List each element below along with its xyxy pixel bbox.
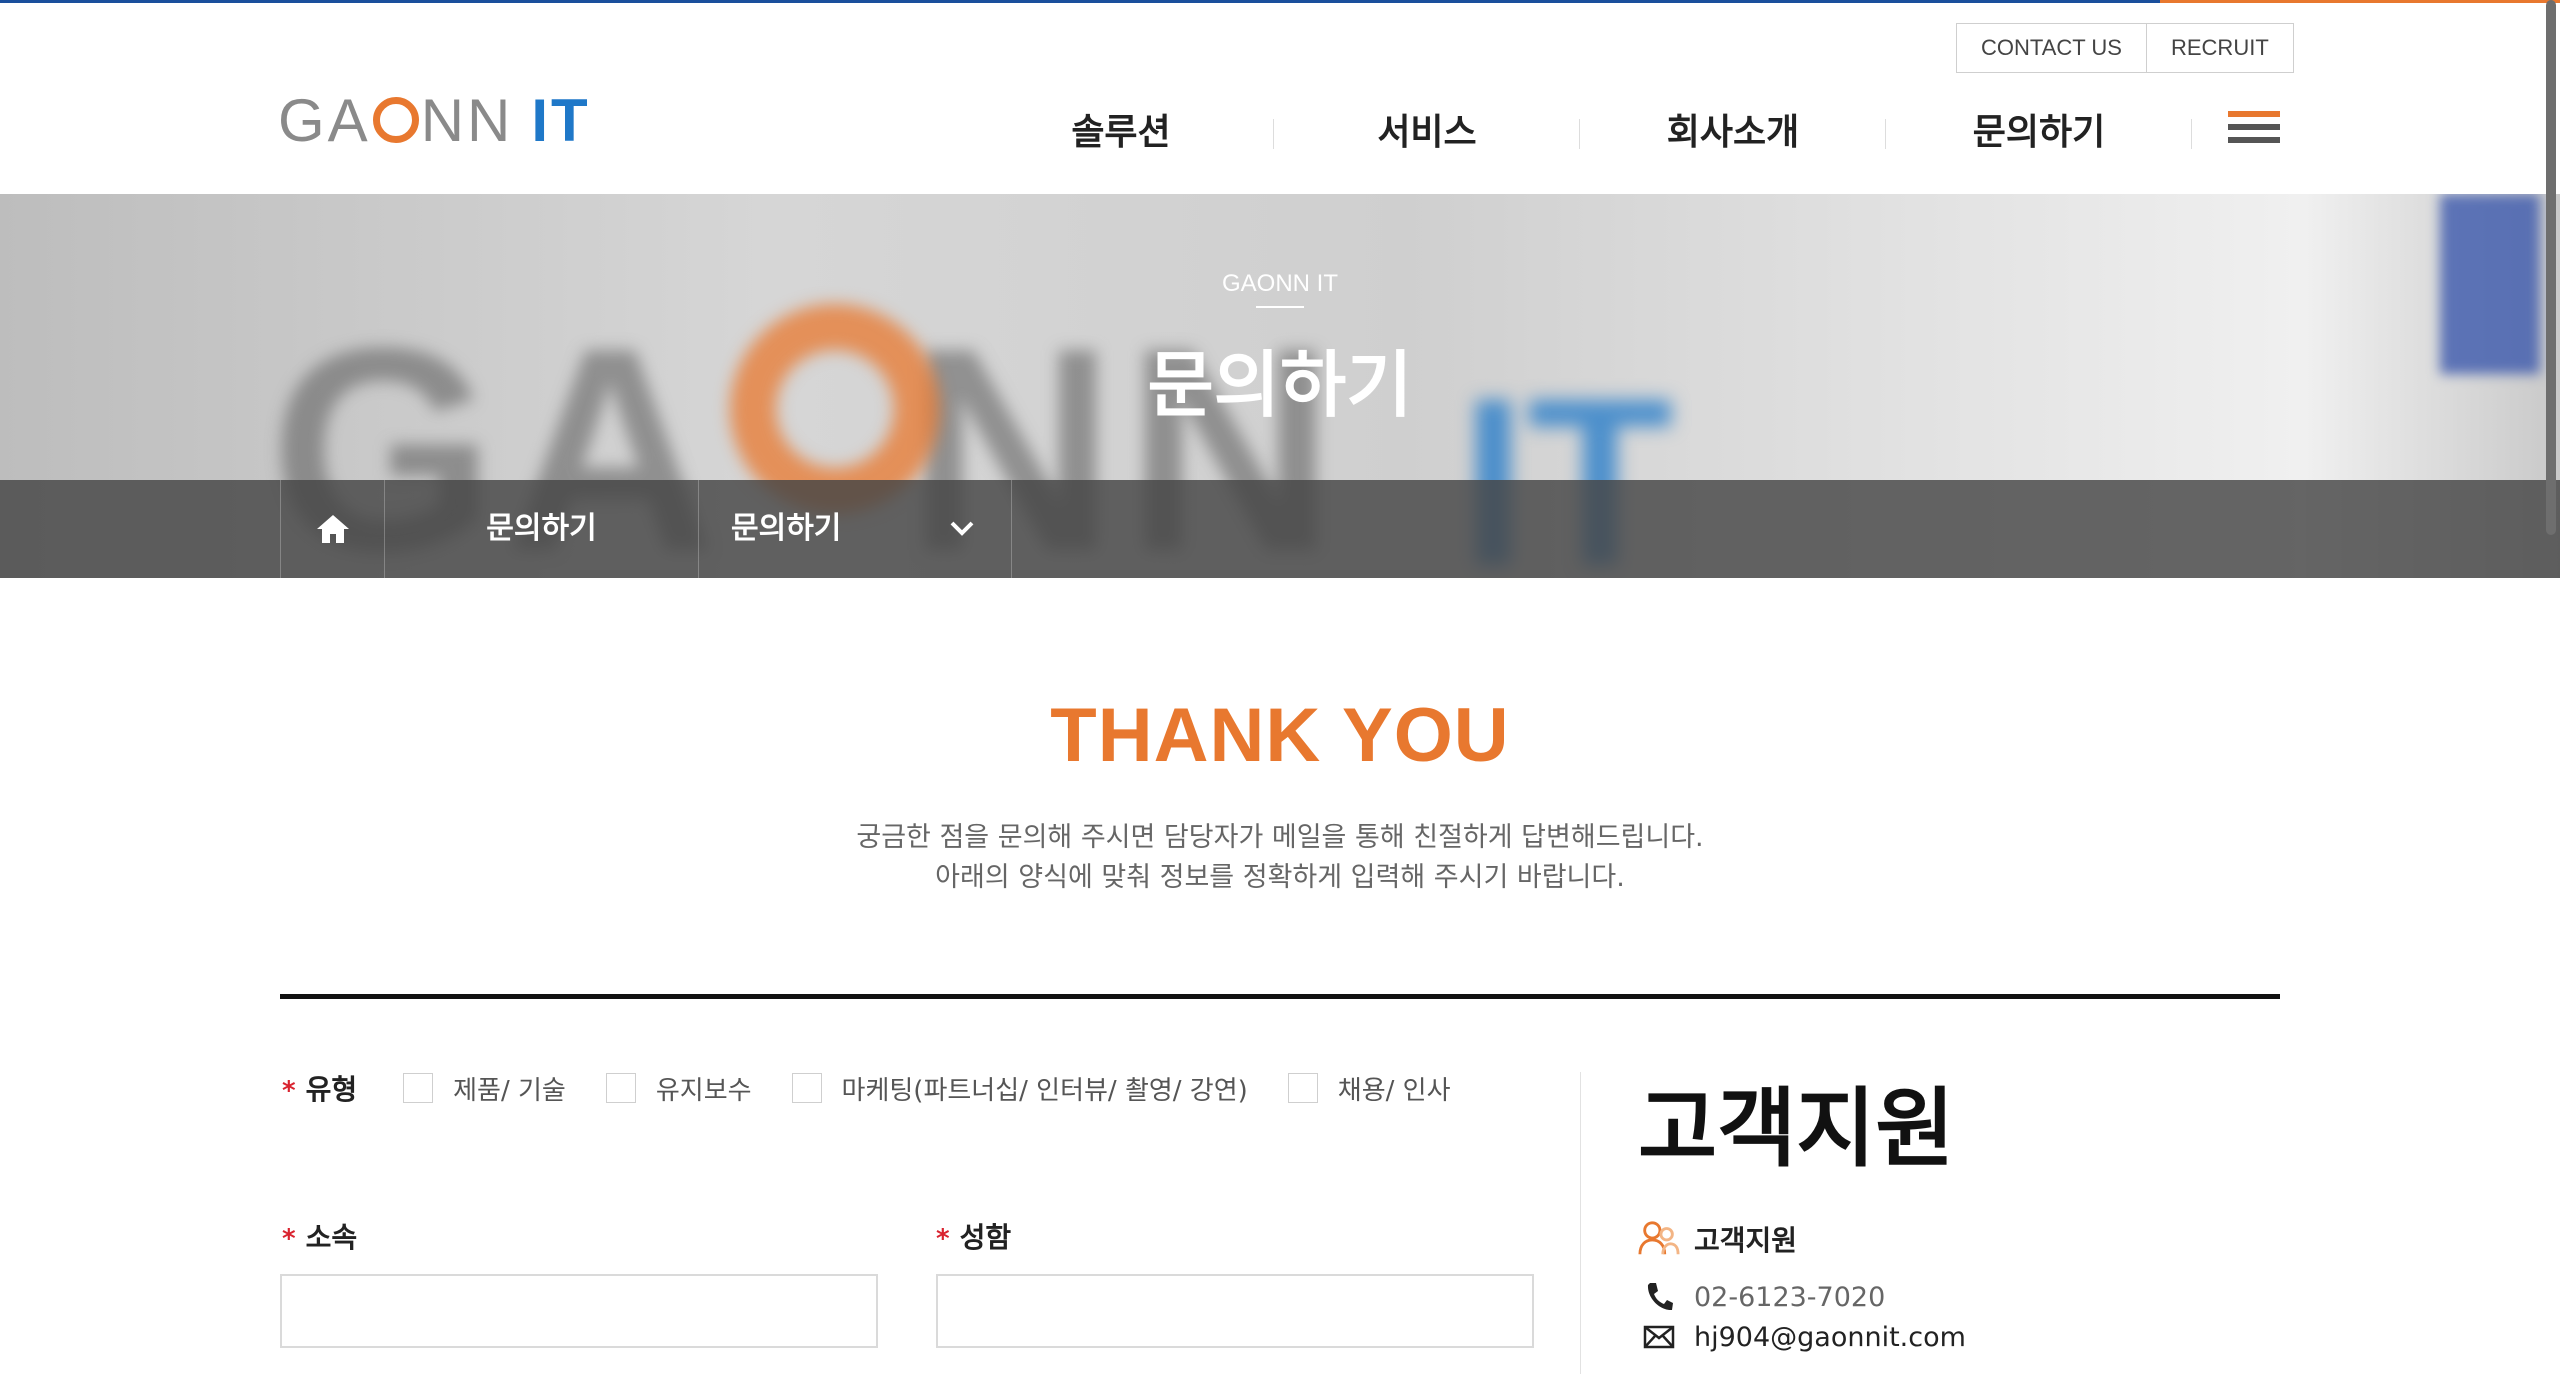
mail-icon — [1638, 1316, 1680, 1358]
affiliation-label: * 소속 — [282, 1221, 358, 1254]
chevron-down-icon — [949, 480, 975, 578]
nav-item-service[interactable]: 서비스 — [1274, 103, 1580, 163]
support-phone-row: 02-6123-7020 — [1638, 1276, 1885, 1318]
form-support-separator — [1580, 1072, 1581, 1374]
description-line-2: 아래의 양식에 맞춰 정보를 정확하게 입력해 주시기 바랍니다. — [935, 862, 1625, 893]
contact-us-link[interactable]: CONTACT US — [1957, 24, 2146, 72]
affiliation-input[interactable] — [280, 1274, 878, 1348]
checkbox[interactable] — [403, 1073, 434, 1103]
description-line-1: 궁금한 점을 문의해 주시면 담당자가 메일을 통해 친절하게 답변해드립니다. — [856, 822, 1704, 853]
nav-item-inquiry[interactable]: 문의하기 — [1886, 103, 2192, 163]
people-icon — [1638, 1218, 1680, 1260]
checkbox[interactable] — [1287, 1073, 1318, 1103]
logo-text-ga: GA — [278, 86, 371, 154]
support-phone[interactable]: 02-6123-7020 — [1694, 1282, 1885, 1313]
thank-you-description: 궁금한 점을 문의해 주시면 담당자가 메일을 통해 친절하게 답변해드립니다.… — [0, 818, 2560, 898]
form-top-divider — [280, 994, 2280, 999]
nav-item-company[interactable]: 회사소개 — [1580, 103, 1886, 163]
support-heading-row: 고객지원 — [1638, 1218, 1797, 1260]
page-scrollbar[interactable] — [2542, 0, 2560, 1374]
support-email-row: hj904@gaonnit.com — [1638, 1316, 1966, 1358]
breadcrumb-home[interactable] — [280, 480, 384, 578]
nav-item-solution[interactable]: 솔루션 — [968, 103, 1274, 163]
logo[interactable]: GA NN IT — [278, 85, 591, 155]
hero-title: 문의하기 — [1147, 343, 1413, 427]
logo-text-nn: NN — [420, 86, 514, 154]
breadcrumb: 문의하기 문의하기 — [0, 480, 2560, 578]
recruit-link[interactable]: RECRUIT — [2145, 24, 2293, 72]
thank-you-title: THANK YOU — [1050, 693, 1510, 778]
required-mark: * — [282, 1224, 296, 1254]
phone-icon — [1638, 1276, 1680, 1318]
home-icon — [316, 515, 349, 543]
hero-banner: GA NN IT GAONN IT 문의하기 문의하기 문의하기 — [0, 194, 2560, 578]
site-header: GA NN IT CONTACT US RECRUIT 솔루션 서비스 회사소개… — [0, 3, 2560, 194]
support-title: 고객지원 — [1638, 1079, 1955, 1179]
scrollbar-thumb[interactable] — [2546, 0, 2556, 535]
type-option-recruit-hr[interactable]: 채용/ 인사 — [1287, 1070, 1451, 1107]
required-mark: * — [282, 1076, 296, 1106]
logo-o-ring — [372, 97, 419, 143]
logo-text-it: IT — [531, 86, 591, 154]
hamburger-icon[interactable] — [2228, 111, 2280, 151]
checkbox[interactable] — [605, 1073, 636, 1103]
name-label: * 성함 — [936, 1221, 1012, 1254]
type-option-marketing[interactable]: 마케팅(파트너십/ 인터뷰/ 촬영/ 강연) — [791, 1070, 1248, 1107]
support-heading: 고객지원 — [1694, 1224, 1798, 1257]
type-option-maintenance[interactable]: 유지보수 — [605, 1070, 752, 1107]
name-input[interactable] — [936, 1274, 1534, 1348]
hero-subtitle: GAONN IT — [1221, 270, 1338, 297]
inquiry-type-row: * 유형 제품/ 기술 유지보수 마케팅(파트너십/ 인터뷰/ 촬영/ 강연) 채… — [282, 1068, 1491, 1108]
required-mark: * — [936, 1224, 950, 1254]
breadcrumb-depth1[interactable]: 문의하기 — [384, 480, 698, 578]
checkbox[interactable] — [791, 1073, 822, 1103]
hero-subtitle-underline — [1256, 306, 1304, 308]
breadcrumb-depth2-select[interactable]: 문의하기 — [698, 480, 1012, 578]
main-nav: 솔루션 서비스 회사소개 문의하기 — [968, 103, 2192, 163]
type-label: * 유형 — [282, 1073, 358, 1106]
breadcrumb-depth2-label: 문의하기 — [731, 511, 842, 546]
top-links: CONTACT US RECRUIT — [1956, 23, 2294, 73]
type-option-product-tech[interactable]: 제품/ 기술 — [403, 1070, 566, 1107]
support-email[interactable]: hj904@gaonnit.com — [1694, 1322, 1966, 1353]
